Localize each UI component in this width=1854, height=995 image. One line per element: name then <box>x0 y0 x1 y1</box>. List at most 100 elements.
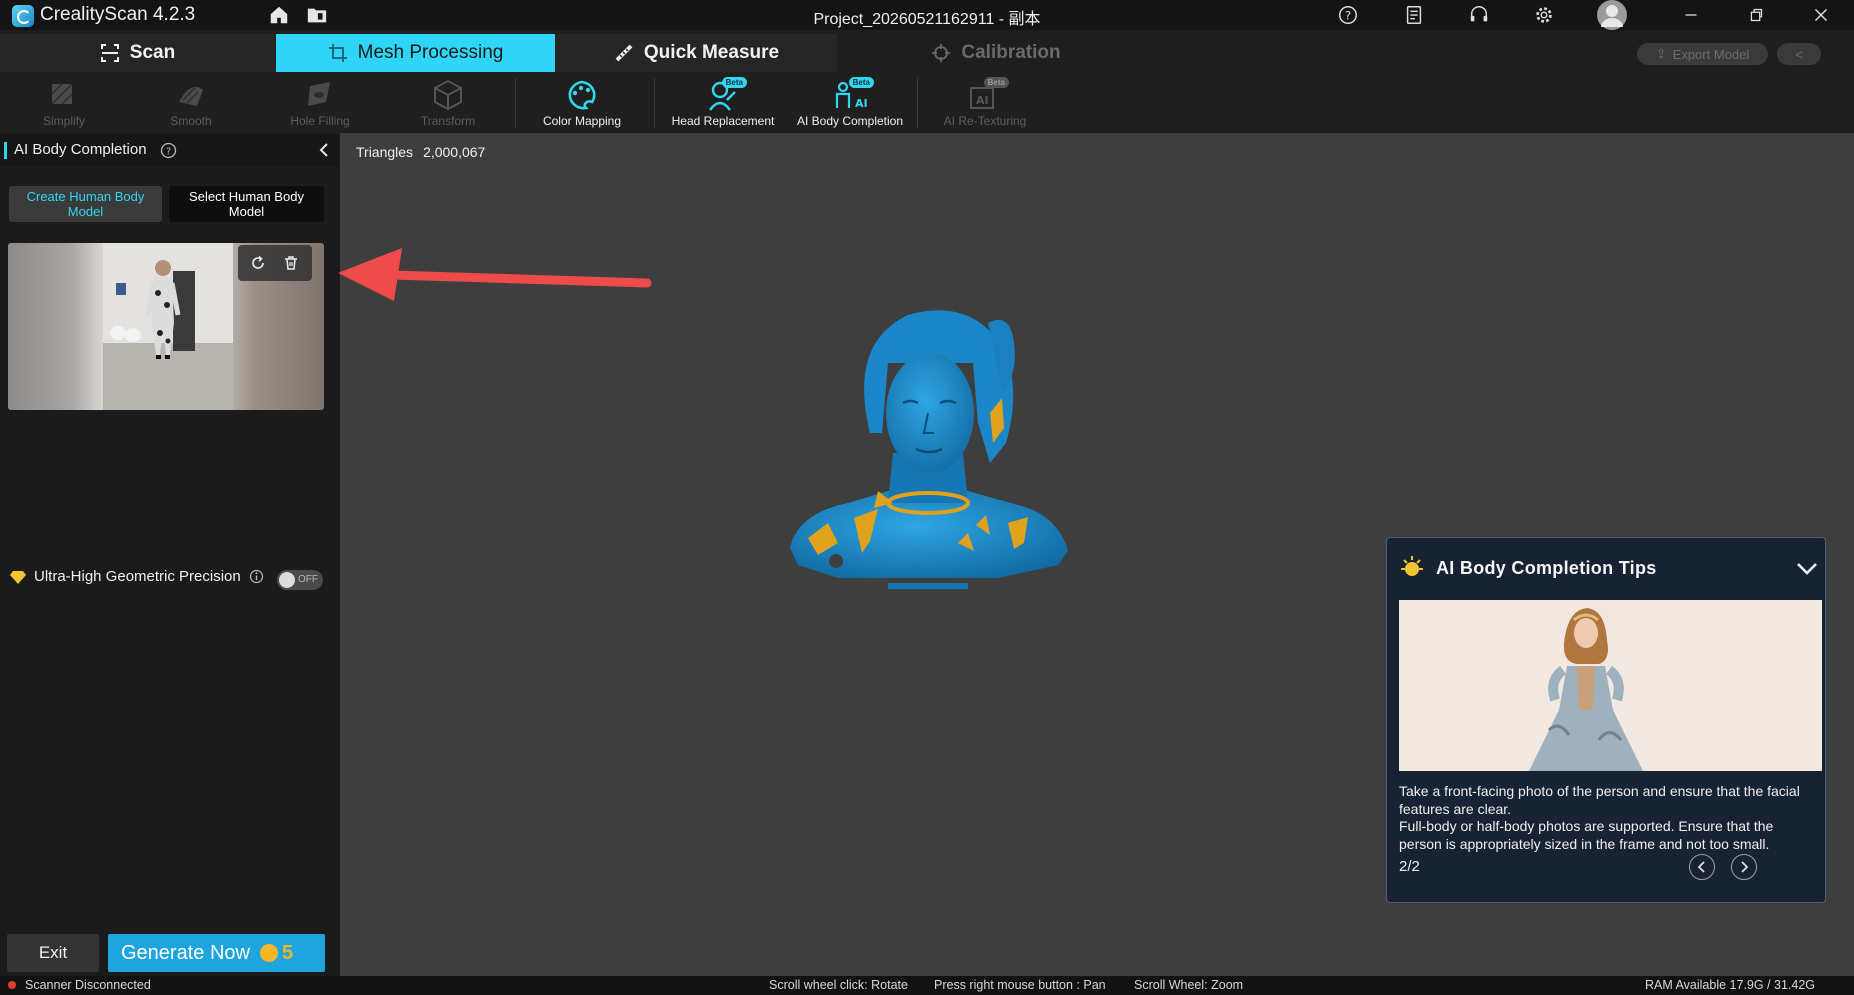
panel-header: AI Body Completion ? <box>0 134 339 166</box>
panel-title: AI Body Completion <box>14 141 147 158</box>
hole-filling-icon <box>302 78 338 112</box>
3d-viewport[interactable]: Triangles 2,000,067 AI Body Completion T… <box>338 133 1854 976</box>
tool-smooth-label: Smooth <box>170 114 212 128</box>
tab-quick-measure[interactable]: Quick Measure <box>556 34 837 72</box>
tool-smooth[interactable]: Smooth <box>151 72 231 132</box>
smooth-icon <box>173 78 209 112</box>
tool-transform-label: Transform <box>420 114 476 128</box>
lightbulb-icon <box>1401 556 1423 576</box>
tool-color-mapping-label: Color Mapping <box>542 114 622 128</box>
headset-icon[interactable] <box>1468 4 1490 26</box>
minimize-icon[interactable] <box>1680 4 1702 26</box>
tips-page-indicator: 2/2 <box>1399 858 1420 875</box>
scanner-status-dot <box>8 981 16 989</box>
scanner-status: Scanner Disconnected <box>25 978 151 992</box>
refresh-icon[interactable] <box>250 255 266 271</box>
triangles-label: Triangles <box>356 144 414 160</box>
triangle-count: Triangles 2,000,067 <box>356 144 485 160</box>
ai-re-texturing-icon: AI Beta <box>967 77 1009 112</box>
app-name: CrealityScan 4.2.3 <box>40 4 196 25</box>
tab-mesh-processing[interactable]: Mesh Processing <box>276 34 555 72</box>
notes-icon[interactable] <box>1403 4 1425 26</box>
ribbon-divider <box>515 78 516 128</box>
photo-toolbar <box>238 245 312 281</box>
ruler-icon <box>615 44 633 62</box>
tab-quick-measure-label: Quick Measure <box>643 42 780 63</box>
tool-transform[interactable]: Transform <box>408 72 488 132</box>
tool-ribbon: Simplify Smooth Hole Filling Transform C… <box>0 72 1854 132</box>
tool-simplify[interactable]: Simplify <box>24 72 104 132</box>
chevron-left-icon <box>1697 861 1705 873</box>
hint-rotate: Scroll wheel click: Rotate <box>769 978 908 992</box>
toggle-state: OFF <box>298 574 318 585</box>
color-palette-icon <box>564 78 600 112</box>
tool-head-replacement-label: Head Replacement <box>671 114 775 128</box>
help-circle-icon[interactable]: ? <box>160 142 177 159</box>
left-panel: AI Body Completion ? Create Human Body M… <box>0 134 339 976</box>
ultra-precision-toggle[interactable]: OFF <box>277 570 323 590</box>
annotation-arrow-icon <box>338 248 652 301</box>
tool-ai-body-completion-label: AI Body Completion <box>796 114 904 128</box>
tips-next-button[interactable] <box>1731 854 1757 880</box>
scan-icon <box>100 44 119 62</box>
tool-hole-filling-label: Hole Filling <box>290 114 350 128</box>
tool-ai-re-texturing[interactable]: AI Beta AI Re-Texturing <box>930 72 1040 132</box>
select-human-body-model-button[interactable]: Select Human Body Model <box>169 186 324 222</box>
triangles-value: 2,000,067 <box>423 144 486 160</box>
close-icon[interactable] <box>1810 4 1832 26</box>
ram-available: RAM Available 17.9G / 31.42G <box>1645 978 1816 992</box>
svg-text:AI: AI <box>976 94 989 107</box>
generate-now-button[interactable]: Generate Now 5 <box>108 934 325 972</box>
trash-icon[interactable] <box>283 255 299 271</box>
tool-color-mapping[interactable]: Color Mapping <box>532 72 632 132</box>
ribbon-divider <box>917 78 918 128</box>
hint-zoom: Scroll Wheel: Zoom <box>1134 978 1244 992</box>
tool-simplify-label: Simplify <box>42 114 85 128</box>
user-avatar[interactable] <box>1596 0 1628 30</box>
ai-body-icon: AI Beta <box>832 77 874 112</box>
beta-badge: Beta <box>721 77 747 88</box>
create-human-body-model-button[interactable]: Create Human Body Model <box>9 186 162 222</box>
svg-text:?: ? <box>166 147 171 158</box>
title-bar: CrealityScan 4.2.3 Project_2026052116291… <box>0 0 1854 30</box>
tips-prev-button[interactable] <box>1689 854 1715 880</box>
tab-calibration[interactable]: Calibration <box>838 34 1154 72</box>
export-model-label: Export Model <box>1672 46 1750 62</box>
toggle-knob <box>279 572 295 588</box>
app-logo-icon <box>12 5 34 27</box>
panel-accent-bar <box>4 142 7 159</box>
hint-pan: Press right mouse button : Pan <box>934 978 1106 992</box>
beta-badge: Beta <box>848 77 874 88</box>
tips-title: AI Body Completion Tips <box>1436 558 1657 578</box>
exit-button[interactable]: Exit <box>7 934 99 972</box>
status-bar: Scanner Disconnected Scroll wheel click:… <box>0 976 1854 995</box>
tips-body: Take a front-facing photo of the person … <box>1399 783 1819 853</box>
ribbon-divider <box>654 78 655 128</box>
generate-cost: 5 <box>281 941 294 964</box>
main-tabs: Scan Mesh Processing Quick Measure Calib… <box>0 34 1854 72</box>
collapse-chevron-icon[interactable] <box>317 142 331 158</box>
crop-icon <box>328 44 347 62</box>
tips-panel: AI Body Completion Tips Take a front-fac… <box>1386 537 1826 903</box>
tool-ai-body-completion[interactable]: AI Beta AI Body Completion <box>795 72 905 132</box>
chevron-down-icon[interactable] <box>1796 562 1818 576</box>
settings-gear-icon[interactable] <box>1533 4 1555 26</box>
ultra-precision-label: Ultra-High Geometric Precision <box>34 568 241 585</box>
tool-head-replacement[interactable]: Beta Head Replacement <box>668 72 778 132</box>
folder-icon[interactable] <box>306 4 328 26</box>
info-icon[interactable] <box>249 569 264 584</box>
tool-hole-filling[interactable]: Hole Filling <box>280 72 360 132</box>
export-icon: ⇪ <box>1655 46 1667 61</box>
scanned-mesh-model[interactable] <box>778 303 1078 603</box>
tool-ai-re-texturing-label: AI Re-Texturing <box>943 114 1027 128</box>
coin-icon <box>259 944 278 962</box>
tab-scan[interactable]: Scan <box>0 34 275 72</box>
tips-example-image <box>1399 600 1822 771</box>
export-model-button[interactable]: ⇪ Export Model <box>1637 43 1768 65</box>
restore-icon[interactable] <box>1745 4 1767 26</box>
simplify-icon <box>46 78 82 112</box>
help-icon[interactable]: ? <box>1337 4 1359 26</box>
home-icon[interactable] <box>268 4 290 26</box>
share-button[interactable]: < <box>1777 43 1821 65</box>
svg-text:?: ? <box>1345 9 1351 23</box>
